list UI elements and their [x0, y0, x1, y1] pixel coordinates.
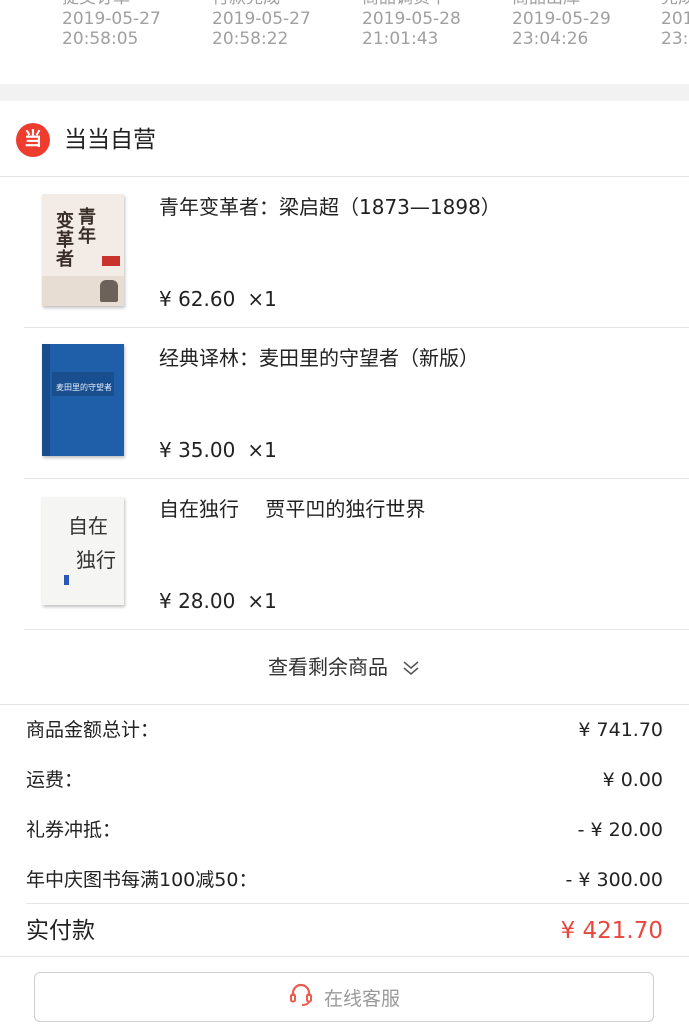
timeline-step-time: 23:04:26	[512, 29, 589, 49]
product-price: ¥ 35.00	[159, 438, 236, 462]
book-cover-title-text: 麦田里的守望者	[56, 383, 112, 392]
product-price: ¥ 28.00	[159, 589, 236, 613]
timeline-step-date: 2019-05-27	[62, 9, 161, 29]
timeline-step-time: 20:58:05	[62, 29, 139, 49]
timeline-step-date: 201	[661, 9, 689, 29]
divider	[26, 903, 689, 904]
product-title: 经典译林：麦田里的守望者（新版）	[159, 346, 479, 370]
summary-label: 年中庆图书每满100减50：	[26, 869, 258, 891]
book-cover-image: 青年 变革者	[42, 194, 124, 306]
product-item[interactable]: 自在 独行 自在独行 贾平凹的独行世界 ¥ 28.00 ×1	[24, 479, 689, 630]
total-paid-row: 实付款 ¥ 421.70	[26, 914, 663, 948]
show-remaining-items-label: 查看剩余商品	[267, 655, 388, 679]
product-quantity: ×1	[247, 438, 277, 462]
double-chevron-down-icon	[401, 659, 421, 681]
store-header[interactable]: 当 当当自营	[0, 101, 689, 177]
summary-label: 运费：	[26, 769, 84, 791]
summary-row-subtotal: 商品金额总计： ¥ 741.70	[26, 716, 663, 744]
timeline-step: 商品出库 2019-05-29 23:04:26	[512, 0, 611, 49]
online-service-label: 在线客服	[323, 987, 400, 1010]
summary-label: 礼券冲抵：	[26, 819, 122, 841]
summary-value: ¥ 0.00	[602, 769, 663, 791]
product-quantity: ×1	[247, 589, 277, 613]
product-price: ¥ 62.60	[159, 287, 236, 311]
summary-value: - ¥ 300.00	[565, 869, 663, 891]
online-service-button[interactable]: 在线客服	[34, 972, 654, 1022]
show-remaining-items-button[interactable]: 查看剩余商品	[0, 630, 689, 705]
timeline-step-label: 提交订单	[62, 0, 161, 9]
product-item[interactable]: 青年 变革者 青年变革者：梁启超（1873—1898） ¥ 62.60 ×1	[24, 177, 689, 328]
product-price-line: ¥ 28.00 ×1	[159, 587, 277, 615]
divider	[0, 956, 689, 957]
product-item[interactable]: 麦田里的守望者 经典译林：麦田里的守望者（新版） ¥ 35.00 ×1	[24, 328, 689, 479]
summary-value: ¥ 741.70	[578, 719, 663, 741]
timeline-step-time: 23:5	[661, 29, 689, 49]
book-cover-title-text: 变革者	[56, 211, 74, 270]
timeline-step: 商品调货中 2019-05-28 21:01:43	[362, 0, 461, 49]
timeline-step-date: 2019-05-27	[212, 9, 311, 29]
summary-row-coupon: 礼券冲抵： - ¥ 20.00	[26, 816, 663, 844]
book-cover-title-text: 自在	[68, 514, 108, 538]
summary-value: - ¥ 20.00	[577, 819, 663, 841]
book-cover-title-text: 青年	[78, 207, 96, 247]
book-cover-image: 自在 独行	[42, 497, 124, 605]
dangdang-logo-icon: 当	[16, 123, 50, 157]
product-title: 青年变革者：梁启超（1873—1898）	[159, 195, 501, 219]
timeline-step-label: 商品出库	[512, 0, 611, 9]
product-quantity: ×1	[247, 287, 277, 311]
timeline-step: 付款完成 2019-05-27 20:58:22	[212, 0, 311, 49]
timeline-step-date: 2019-05-28	[362, 9, 461, 29]
product-price-line: ¥ 35.00 ×1	[159, 436, 277, 464]
store-name: 当当自营	[64, 127, 156, 153]
timeline-step-label: 商品调货中	[362, 0, 461, 9]
timeline-step-date: 2019-05-29	[512, 9, 611, 29]
product-title: 自在独行 贾平凹的独行世界	[159, 497, 426, 521]
timeline-step-time: 21:01:43	[362, 29, 439, 49]
total-paid-label: 实付款	[26, 918, 95, 944]
book-cover-spine	[42, 344, 50, 456]
section-divider	[0, 84, 689, 101]
timeline-step: 提交订单 2019-05-27 20:58:05	[62, 0, 161, 49]
book-cover-title-text: 独行	[76, 548, 116, 572]
summary-row-promotion: 年中庆图书每满100减50： - ¥ 300.00	[26, 866, 663, 894]
timeline-step-label: 完成	[661, 0, 689, 9]
book-cover-portrait	[100, 280, 118, 302]
summary-row-shipping: 运费： ¥ 0.00	[26, 766, 663, 794]
book-cover-image: 麦田里的守望者	[42, 344, 124, 456]
order-timeline: 提交订单 2019-05-27 20:58:05 付款完成 2019-05-27…	[0, 0, 689, 84]
headset-icon	[288, 982, 314, 1012]
summary-label: 商品金额总计：	[26, 719, 160, 741]
timeline-step: 完成 201 23:5	[661, 0, 689, 49]
book-cover-figure	[64, 575, 69, 585]
book-cover-seal	[102, 256, 120, 266]
product-price-line: ¥ 62.60 ×1	[159, 285, 277, 313]
timeline-step-label: 付款完成	[212, 0, 311, 9]
timeline-step-time: 20:58:22	[212, 29, 289, 49]
total-paid-value: ¥ 421.70	[560, 918, 663, 944]
